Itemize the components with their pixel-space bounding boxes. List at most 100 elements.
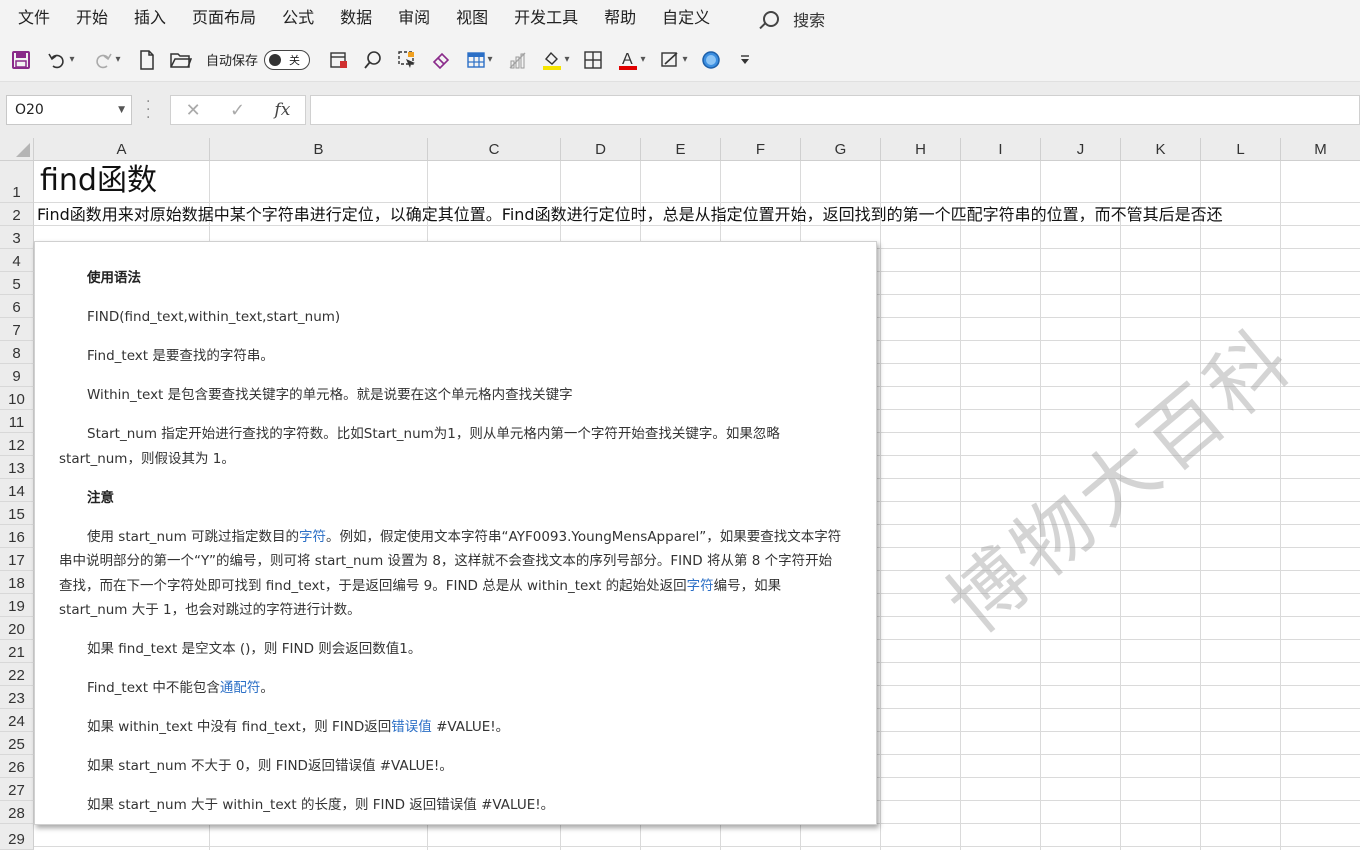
note-3-text-b: 。 [260,680,274,696]
row-header-25[interactable]: 25 [0,732,34,755]
row-header-3[interactable]: 3 [0,226,34,249]
usage-heading: 使用语法 [87,270,141,286]
font-color-icon[interactable]: A ▾ [610,38,652,82]
format-painter-dropdown-icon[interactable]: ▾ [683,54,688,65]
font-color-dropdown-icon[interactable]: ▾ [641,54,646,65]
autosave-switch[interactable]: 关 [264,49,311,70]
notes-heading: 注意 [87,489,114,506]
menu-custom[interactable]: 自定义 [649,0,723,38]
note-4-text-a: 如果 within_text 中没有 find_text，则 FIND返回 [87,719,392,735]
cell-A1[interactable]: find函数 [40,163,157,199]
column-header-H[interactable]: H [881,138,961,161]
undo-dropdown-icon[interactable]: ▾ [69,54,74,65]
row-header-17[interactable]: 17 [0,548,34,571]
circle-shape-icon[interactable] [694,38,728,82]
note-4-link-error-value[interactable]: 错误值 [391,719,432,735]
column-header-E[interactable]: E [641,138,721,161]
column-header-M[interactable]: M [1281,138,1360,161]
undo-icon[interactable]: ▾ [38,38,84,82]
menu-home[interactable]: 开始 [63,0,121,38]
print-preview-icon[interactable] [322,38,356,82]
row-header-9[interactable]: 9 [0,364,34,387]
column-header-I[interactable]: I [961,138,1041,161]
column-header-J[interactable]: J [1041,138,1121,161]
redo-dropdown-icon[interactable]: ▾ [115,54,120,65]
redo-icon[interactable]: ▾ [84,38,130,82]
note-1-line-3-link[interactable]: 字符 [687,578,714,594]
more-icon[interactable] [728,38,762,82]
row-header-29[interactable]: 29 [0,824,34,850]
fill-color-dropdown-icon[interactable]: ▾ [565,54,570,65]
column-header-L[interactable]: L [1201,138,1281,161]
row-header-16[interactable]: 16 [0,525,34,548]
formula-input[interactable] [310,95,1360,125]
enter-icon[interactable]: ✓ [230,100,245,121]
fill-color-icon[interactable]: ▾ [534,38,576,82]
menu-data[interactable]: 数据 [327,0,385,38]
row-header-7[interactable]: 7 [0,318,34,341]
table-style-dropdown-icon[interactable]: ▾ [488,54,493,65]
autosave-toggle[interactable]: 自动保存 关 [206,49,311,70]
row-header-14[interactable]: 14 [0,479,34,502]
row-header-10[interactable]: 10 [0,387,34,410]
menu-insert[interactable]: 插入 [121,0,179,38]
row-header-8[interactable]: 8 [0,341,34,364]
row-header-18[interactable]: 18 [0,571,34,594]
row-header-2[interactable]: 2 [0,203,34,226]
row-header-1[interactable]: 1 [0,161,34,203]
menu-page-layout[interactable]: 页面布局 [179,0,269,38]
row-header-27[interactable]: 27 [0,778,34,801]
row-header-19[interactable]: 19 [0,594,34,617]
new-file-icon[interactable] [130,38,164,82]
borders-icon[interactable] [576,38,610,82]
column-header-F[interactable]: F [721,138,801,161]
row-header-21[interactable]: 21 [0,640,34,663]
chevron-down-icon[interactable]: ▼ [118,96,125,124]
format-painter-icon[interactable]: ▾ [652,38,694,82]
select-object-icon[interactable] [390,38,424,82]
note-1-line-3-text-a: 查找，而在下一个字符处即可找到 find_text，于是返回编号 9。FIND … [59,577,687,594]
embedded-picture[interactable]: 使用语法 FIND(find_text,within_text,start_nu… [34,241,877,825]
row-header-4[interactable]: 4 [0,249,34,272]
note-3: Find_text 中不能包含通配符。 [59,676,846,701]
menu-help[interactable]: 帮助 [591,0,649,38]
column-header-D[interactable]: D [561,138,641,161]
save-icon[interactable] [4,38,38,82]
row-header-28[interactable]: 28 [0,801,34,824]
find-icon[interactable] [356,38,390,82]
open-folder-icon[interactable] [164,38,198,82]
row-header-11[interactable]: 11 [0,410,34,433]
drag-handle-icon[interactable]: · · · [146,95,150,125]
menu-file[interactable]: 文件 [0,0,63,38]
column-header-K[interactable]: K [1121,138,1201,161]
cell-A2[interactable]: Find函数用来对原始数据中某个字符串进行定位，以确定其位置。Find函数进行定… [37,205,1360,225]
note-1-link-character[interactable]: 字符 [299,529,326,545]
row-header-23[interactable]: 23 [0,686,34,709]
row-header-20[interactable]: 20 [0,617,34,640]
search-box[interactable]: 搜索 [763,7,825,31]
row-header-24[interactable]: 24 [0,709,34,732]
row-header-6[interactable]: 6 [0,295,34,318]
column-header-G[interactable]: G [801,138,881,161]
cancel-icon[interactable]: ✕ [186,100,201,121]
menu-formulas[interactable]: 公式 [269,0,327,38]
insert-function-icon[interactable]: fx [274,100,290,120]
menu-developer[interactable]: 开发工具 [501,0,591,38]
row-header-5[interactable]: 5 [0,272,34,295]
column-header-B[interactable]: B [210,138,428,161]
row-header-22[interactable]: 22 [0,663,34,686]
row-header-13[interactable]: 13 [0,456,34,479]
chart-icon[interactable] [500,38,534,82]
name-box[interactable]: O20 ▼ [6,95,132,125]
eraser-icon[interactable] [424,38,458,82]
column-header-A[interactable]: A [34,138,210,161]
row-header-26[interactable]: 26 [0,755,34,778]
table-style-icon[interactable]: ▾ [458,38,500,82]
menu-review[interactable]: 审阅 [385,0,443,38]
select-all-corner[interactable] [0,138,34,161]
menu-view[interactable]: 视图 [443,0,501,38]
row-header-12[interactable]: 12 [0,433,34,456]
column-header-C[interactable]: C [428,138,561,161]
row-header-15[interactable]: 15 [0,502,34,525]
note-3-link-wildcard[interactable]: 通配符 [220,680,261,696]
